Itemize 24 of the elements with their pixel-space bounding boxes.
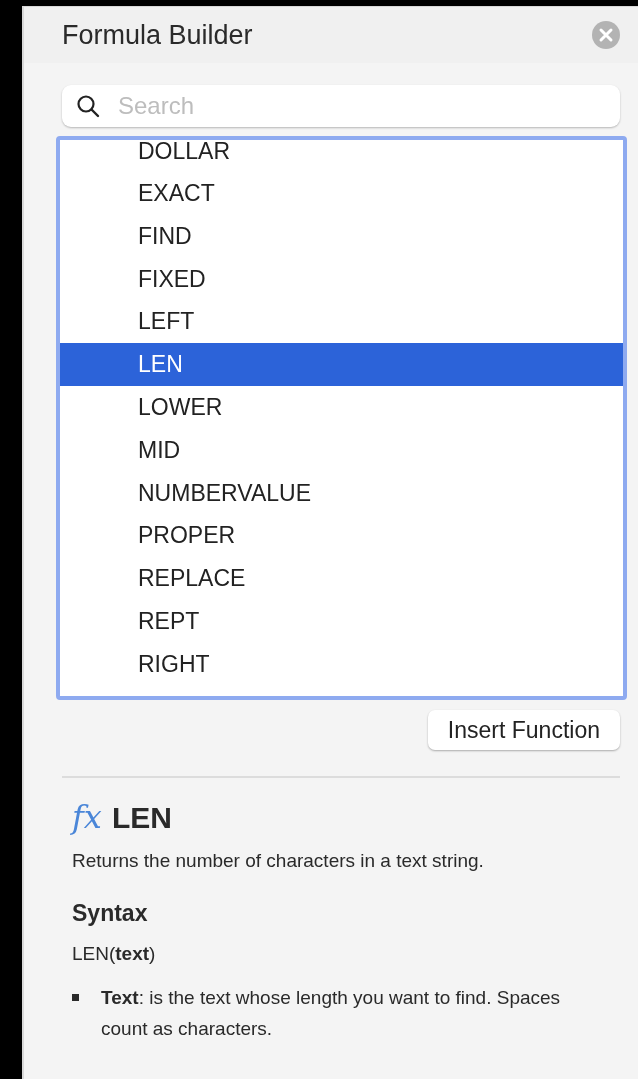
function-item[interactable]: RIGHT — [60, 642, 623, 686]
function-item[interactable]: MID — [60, 428, 623, 472]
search-field[interactable]: Search — [62, 85, 620, 127]
function-item[interactable]: LEFT — [60, 300, 623, 344]
function-item[interactable]: LEN — [60, 343, 623, 386]
fx-icon: fx — [72, 798, 102, 836]
function-item[interactable]: LOWER — [60, 386, 623, 429]
function-item[interactable]: FIND — [60, 214, 623, 258]
function-item[interactable]: REPT — [60, 599, 623, 643]
function-description: Returns the number of characters in a text string. — [72, 850, 485, 872]
insert-function-button[interactable]: Insert Function — [427, 710, 620, 750]
argument-description: Text: is the text whose length you want to find. Spaces count as characters. — [101, 986, 562, 1041]
function-name: LEN — [111, 801, 172, 835]
close-icon[interactable] — [592, 21, 620, 49]
function-item[interactable]: REPLACE — [60, 557, 623, 600]
function-item[interactable]: FIXED — [60, 257, 623, 301]
panel-title: Formula Builder — [62, 19, 253, 51]
syntax-text: LEN(text) — [72, 943, 157, 965]
syntax-heading: Syntax — [72, 900, 149, 927]
function-item[interactable]: EXACT — [60, 172, 623, 215]
function-item[interactable]: DOLLAR — [60, 140, 623, 172]
function-item[interactable]: PROPER — [60, 514, 623, 558]
bullet-icon — [72, 994, 79, 1001]
function-item[interactable]: NUMBERVALUE — [60, 471, 623, 515]
